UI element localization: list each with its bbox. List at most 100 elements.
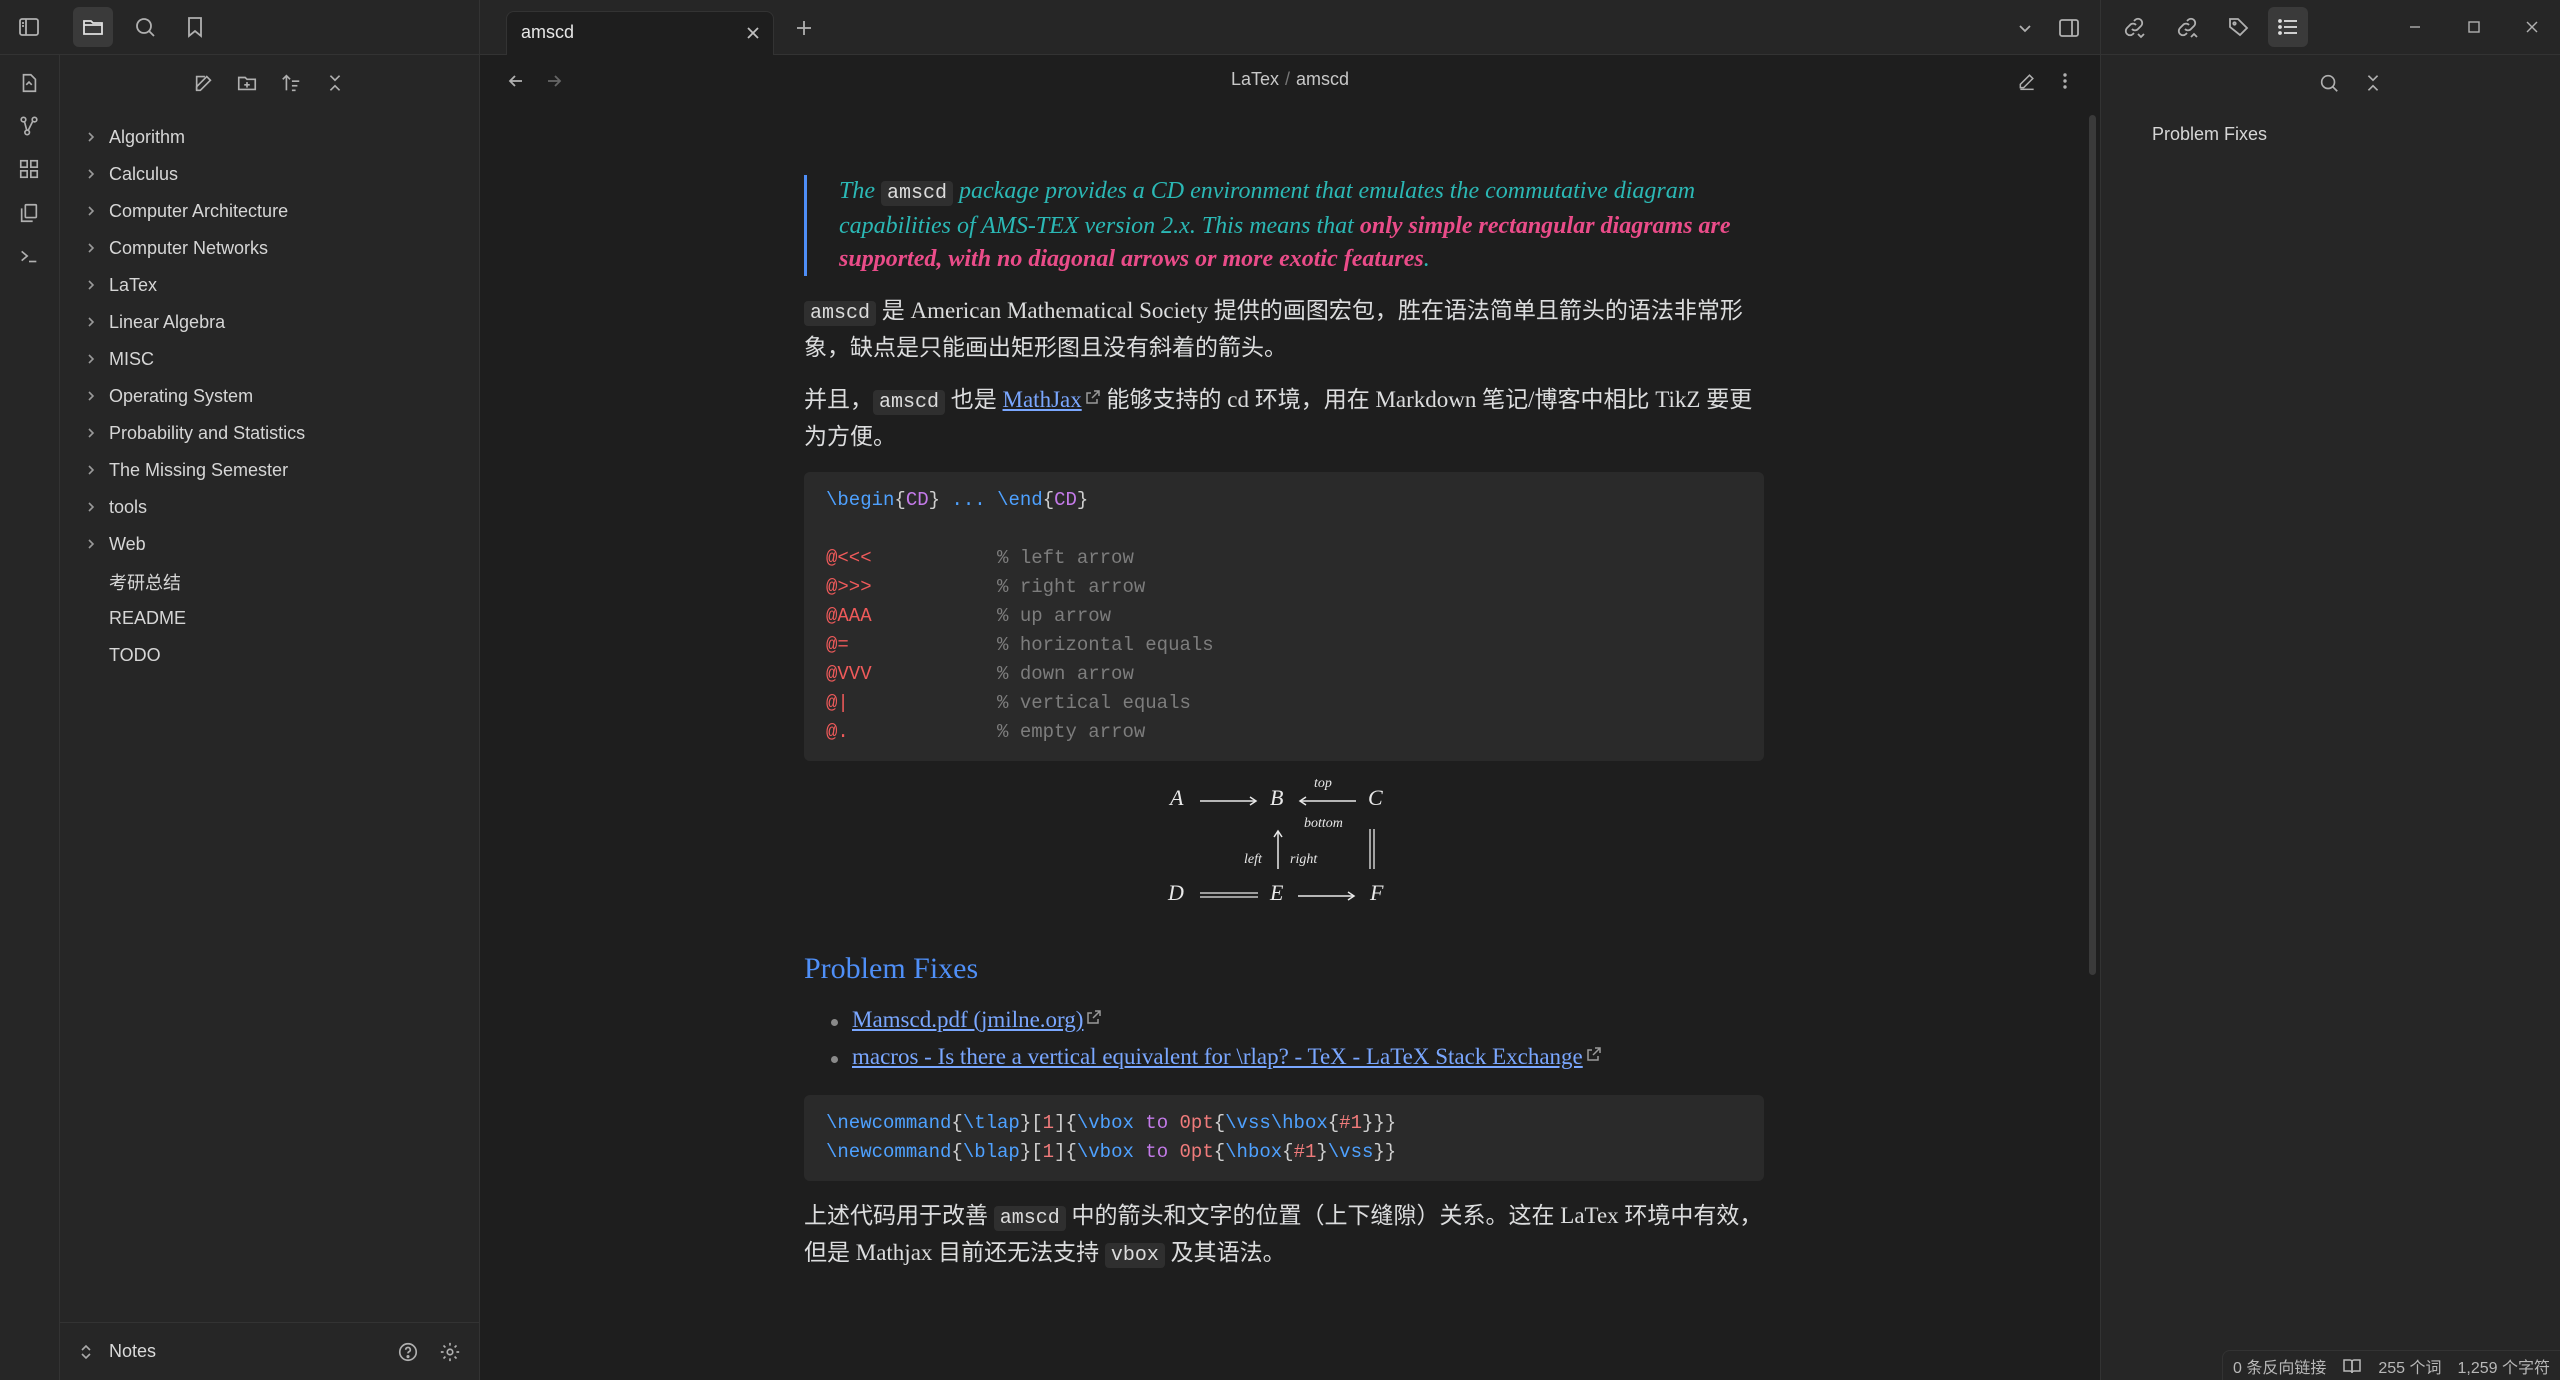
code-block-newcommand[interactable]: \newcommand{\tlap}[1]{\vbox to 0pt{\vss\… <box>804 1095 1764 1181</box>
tree-file-todo[interactable]: TODO <box>60 637 480 674</box>
new-note-icon[interactable] <box>184 63 224 103</box>
tab-amscd[interactable]: amscd <box>506 11 774 55</box>
new-folder-icon[interactable] <box>227 63 267 103</box>
word-count: 255 个词 <box>2378 1359 2442 1377</box>
tree-folder-computer-architecture[interactable]: Computer Architecture <box>60 193 480 230</box>
tree-folder-latex[interactable]: LaTex <box>60 267 480 304</box>
edit-pencil-icon[interactable] <box>2007 61 2047 101</box>
code-comment: % vertical equals <box>997 692 1191 714</box>
backlinks-count[interactable]: 0 条反向链接 <box>2233 1354 2326 1378</box>
backlinks-icon[interactable] <box>2114 7 2154 47</box>
code-token: \newcommand <box>826 1141 952 1163</box>
outline-list-icon[interactable] <box>2268 7 2308 47</box>
graph-view-icon[interactable] <box>9 106 49 146</box>
outline-item-problem-fixes[interactable]: Problem Fixes <box>2152 124 2267 145</box>
code-comment: % down arrow <box>997 663 1134 685</box>
tree-folder-linear-algebra[interactable]: Linear Algebra <box>60 304 480 341</box>
file-tree: Algorithm Calculus Computer Architecture… <box>60 119 480 674</box>
breadcrumb-folder[interactable]: LaTex <box>1231 69 1279 89</box>
diagram-horizontal-equals <box>1200 892 1258 898</box>
code-comment: % empty arrow <box>997 721 1146 743</box>
code-token: \vss <box>1225 1112 1271 1134</box>
tree-folder-probability-statistics[interactable]: Probability and Statistics <box>60 415 480 452</box>
tab-list-chevron-down-icon[interactable] <box>2005 8 2045 48</box>
breadcrumb-file[interactable]: amscd <box>1296 69 1349 89</box>
maximize-window-icon[interactable] <box>2454 7 2494 47</box>
code-token: \hbox <box>1225 1141 1283 1163</box>
code-token: @>>> <box>826 576 872 598</box>
heading-problem-fixes: Problem Fixes <box>804 952 979 985</box>
tree-item-label: Computer Architecture <box>109 201 289 221</box>
minimize-window-icon[interactable] <box>2395 7 2435 47</box>
diagram-arrow-left <box>1298 796 1356 806</box>
tree-folder-missing-semester[interactable]: The Missing Semester <box>60 452 480 489</box>
tags-icon[interactable] <box>2219 7 2259 47</box>
file-explorer: Algorithm Calculus Computer Architecture… <box>60 55 480 1380</box>
tree-folder-misc[interactable]: MISC <box>60 341 480 378</box>
chevron-right-icon <box>88 465 95 475</box>
diagram-arrow-up <box>1273 829 1283 869</box>
outline-collapse-icon[interactable] <box>2353 63 2393 103</box>
code-token: @AAA <box>826 605 872 627</box>
chevrons-up-down-icon <box>81 1344 91 1360</box>
tree-item-label: Probability and Statistics <box>109 423 306 443</box>
vault-switcher[interactable]: Notes <box>60 1322 480 1380</box>
tree-item-label: The Missing Semester <box>109 460 289 480</box>
help-icon[interactable] <box>388 1332 428 1372</box>
toggle-right-sidebar-icon[interactable] <box>2049 8 2089 48</box>
canvas-blocks-icon[interactable] <box>9 149 49 189</box>
paragraph-mathjax: 并且， amscd 也是 MathJax 能够支持的 cd 环境，用在 Markd… <box>804 383 1764 454</box>
tree-folder-computer-networks[interactable]: Computer Networks <box>60 230 480 267</box>
view-header: LaTex / amscd <box>480 55 2100 107</box>
more-options-icon[interactable] <box>2045 61 2085 101</box>
tree-item-label: README <box>109 608 187 628</box>
tree-file-kaoyan-summary[interactable]: 考研总结 <box>60 563 480 600</box>
command-palette-terminal-icon[interactable] <box>9 236 49 276</box>
tree-file-readme[interactable]: README <box>60 600 480 637</box>
code-token: #1 <box>1293 1141 1317 1163</box>
code-token: 0pt <box>1179 1112 1214 1134</box>
code-token: to <box>1145 1141 1169 1163</box>
outline-search-icon[interactable] <box>2309 63 2349 103</box>
new-tab-plus-icon[interactable] <box>784 8 824 48</box>
code-block-cd-syntax[interactable]: \begin{CD} ... \end{CD} @<<< % left arro… <box>804 472 1764 761</box>
commutative-diagram: A B top bottom C left right D E F <box>804 776 1764 941</box>
sort-order-icon[interactable] <box>271 63 311 103</box>
templates-copy-icon[interactable] <box>9 193 49 233</box>
tree-folder-operating-system[interactable]: Operating System <box>60 378 480 415</box>
bookmark-icon[interactable] <box>175 7 215 47</box>
tree-folder-tools[interactable]: tools <box>60 489 480 526</box>
editor-scrollbar[interactable] <box>2089 115 2096 975</box>
search-icon[interactable] <box>125 7 165 47</box>
tree-folder-web[interactable]: Web <box>60 526 480 563</box>
paragraph-intro: amscd 是 American Mathematical Society 提供… <box>804 294 1764 365</box>
list-item: macros - Is there a vertical equivalent … <box>828 1040 1764 1077</box>
tex-stackexchange-link[interactable]: macros - Is there a vertical equivalent … <box>852 1044 1583 1069</box>
diagram-arrow-right <box>1298 891 1356 901</box>
mathjax-link[interactable]: MathJax <box>1003 387 1082 412</box>
diagram-label-bottom: bottom <box>1304 816 1343 831</box>
character-count: 1,259 个字符 <box>2457 1359 2551 1377</box>
code-token: @VVV <box>826 663 872 685</box>
quote-text: The <box>839 178 881 204</box>
outgoing-links-icon[interactable] <box>2167 7 2207 47</box>
breadcrumb: LaTex / amscd <box>480 69 2100 90</box>
toggle-left-sidebar-icon[interactable] <box>9 7 49 47</box>
external-link-icon <box>1087 1010 1102 1024</box>
code-comment: % horizontal equals <box>997 634 1214 656</box>
close-tab-icon[interactable] <box>741 21 765 45</box>
tree-item-label: Linear Algebra <box>109 312 226 332</box>
settings-gear-icon[interactable] <box>430 1332 470 1372</box>
amscd-pdf-link[interactable]: Mamscd.pdf (jmilne.org) <box>852 1007 1083 1032</box>
collapse-all-icon[interactable] <box>315 63 355 103</box>
inline-code: amscd <box>873 390 946 415</box>
close-window-icon[interactable] <box>2512 7 2552 47</box>
tree-folder-algorithm[interactable]: Algorithm <box>60 119 480 156</box>
open-quick-switcher-icon[interactable] <box>9 63 49 103</box>
files-folder-icon[interactable] <box>73 7 113 47</box>
tree-item-label: TODO <box>109 645 161 665</box>
code-token: CD <box>1054 489 1077 511</box>
reading-mode-book-icon[interactable] <box>2342 1357 2362 1375</box>
tree-folder-calculus[interactable]: Calculus <box>60 156 480 193</box>
blockquote: The amscd package provides a CD environm… <box>804 175 1764 276</box>
